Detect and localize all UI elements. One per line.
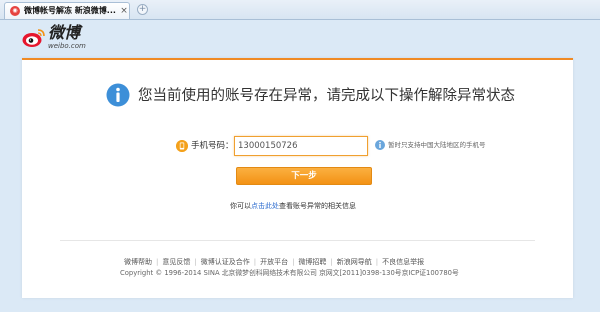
weibo-eye-icon[interactable] bbox=[22, 28, 46, 48]
footer-link-verification[interactable]: 微博认证及合作 bbox=[201, 258, 250, 266]
new-tab-icon[interactable]: + bbox=[137, 4, 148, 15]
info-small-icon bbox=[375, 140, 385, 150]
next-step-button[interactable]: 下一步 bbox=[236, 167, 372, 185]
help-link[interactable]: 点击此处 bbox=[251, 202, 279, 210]
tab-title: 微博帐号解冻 新浪微博... bbox=[24, 6, 116, 15]
weibo-logo-domain: weibo.com bbox=[48, 42, 86, 50]
footer-divider bbox=[60, 240, 535, 241]
phone-input[interactable] bbox=[234, 136, 368, 156]
footer-separator: | bbox=[194, 258, 197, 266]
phone-icon bbox=[176, 140, 188, 152]
footer-separator: | bbox=[292, 258, 295, 266]
browser-tab[interactable]: ◉ 微博帐号解冻 新浪微博... × bbox=[4, 2, 130, 19]
copyright-text: Copyright © 1996-2014 SINA 北京微梦创科网络技术有限公… bbox=[120, 269, 459, 277]
page-headline: 您当前使用的账号存在异常，请完成以下操作解除异常状态 bbox=[138, 88, 515, 104]
footer-link-open-platform[interactable]: 开放平台 bbox=[260, 258, 288, 266]
footer-separator: | bbox=[330, 258, 333, 266]
footer-link-jobs[interactable]: 微博招聘 bbox=[298, 258, 326, 266]
help-line: 你可以点击此处查看账号异常的相关信息 bbox=[230, 200, 390, 212]
footer-link-report[interactable]: 不良信息举报 bbox=[382, 258, 424, 266]
phone-label: 手机号码： bbox=[191, 141, 234, 151]
footer-separator: | bbox=[156, 258, 159, 266]
footer-separator: | bbox=[375, 258, 379, 266]
footer-link-sina-nav[interactable]: 新浪网导航 bbox=[337, 258, 372, 266]
weibo-logo-text[interactable]: 微博 bbox=[48, 24, 88, 42]
phone-hint: 暂时只支持中国大陆地区的手机号 bbox=[388, 141, 486, 149]
footer-separator: | bbox=[253, 258, 257, 266]
help-prefix: 你可以 bbox=[230, 202, 251, 210]
tab-close-icon[interactable]: × bbox=[119, 5, 129, 17]
help-suffix: 查看账号异常的相关信息 bbox=[279, 202, 356, 210]
footer-link-help[interactable]: 微博帮助 bbox=[124, 258, 152, 266]
footer-link-feedback[interactable]: 意见反馈 bbox=[162, 258, 190, 266]
weibo-favicon-icon: ◉ bbox=[10, 6, 20, 16]
browser-tab-bar: ◉ 微博帐号解冻 新浪微博... × + bbox=[0, 0, 600, 20]
info-icon bbox=[106, 83, 130, 107]
